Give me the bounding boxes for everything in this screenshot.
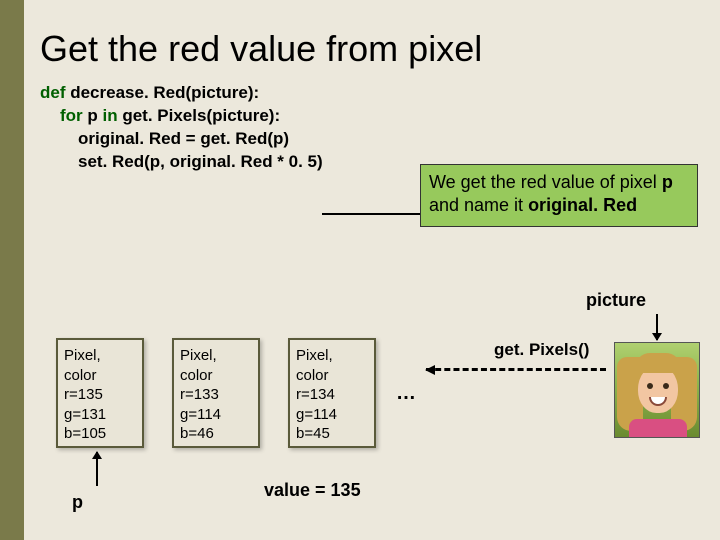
px0-l1: Pixel, [64,346,136,366]
annot-p: p [662,172,673,192]
code-line-3: original. Red = get. Red(p) [40,128,720,151]
px1-l1: Pixel, [180,346,252,366]
px0-l2: color [64,366,136,386]
picture-image [614,342,700,438]
code-l2b: p [83,106,103,125]
kw-in: in [103,106,118,125]
shirt [629,419,687,437]
px2-l2: color [296,366,368,386]
annot-t1: We get the red value of pixel [429,172,662,192]
ellipsis: … [396,382,416,405]
px0-l3: r=135 [64,385,136,405]
px0-l5: b=105 [64,424,136,444]
pixels-row: Pixel, color r=135 g=131 b=105 Pixel, co… [56,338,426,448]
pixel-box-0: Pixel, color r=135 g=131 b=105 [56,338,144,448]
px2-l1: Pixel, [296,346,368,366]
bangs [635,353,681,373]
getpixels-arrow [426,368,606,371]
px2-l3: r=134 [296,385,368,405]
px1-l4: g=114 [180,405,252,425]
annot-t2: and name it [429,195,528,215]
pixel-box-1: Pixel, color r=133 g=114 b=46 [172,338,260,448]
slide-title: Get the red value from pixel [24,0,720,82]
px0-l4: g=131 [64,405,136,425]
picture-label: picture [586,290,646,311]
eye-left [647,383,653,389]
getpixels-label: get. Pixels() [494,340,589,360]
annotation-callout: We get the red value of pixel p and name… [420,164,698,227]
px2-l4: g=114 [296,405,368,425]
annot-orig: original. Red [528,195,637,215]
p-label: p [72,492,83,513]
picture-arrow [656,314,658,340]
kw-def: def [40,83,66,102]
code-l1b: decrease. Red(picture): [66,83,260,102]
px1-l5: b=46 [180,424,252,444]
code-line-2: for p in get. Pixels(picture): [40,105,720,128]
value-label: value = 135 [264,480,361,501]
kw-for: for [60,106,83,125]
eye-right [663,383,669,389]
p-arrow [96,452,98,486]
px2-l5: b=45 [296,424,368,444]
px1-l3: r=133 [180,385,252,405]
annotation-connector [322,213,422,215]
px1-l2: color [180,366,252,386]
pixel-box-2: Pixel, color r=134 g=114 b=45 [288,338,376,448]
code-block: def decrease. Red(picture): for p in get… [24,82,720,174]
code-l2d: get. Pixels(picture): [118,106,280,125]
code-line-1: def decrease. Red(picture): [40,82,720,105]
